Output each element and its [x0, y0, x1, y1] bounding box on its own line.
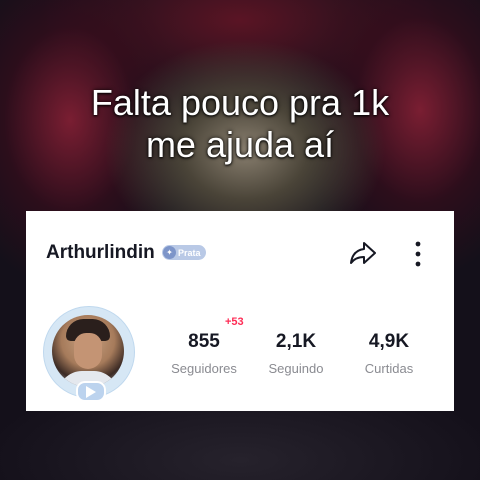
stat-label: Curtidas — [364, 361, 414, 376]
more-vertical-icon[interactable] — [410, 240, 426, 268]
stat-label: Seguidores — [171, 361, 237, 376]
avatar[interactable] — [52, 315, 124, 387]
play-button[interactable] — [76, 381, 106, 402]
caption-line-2: me ajuda aí — [145, 124, 335, 165]
stat-likes[interactable]: 4,9K Curtidas — [344, 331, 434, 376]
share-icon[interactable] — [348, 238, 378, 268]
caption-line-1: Falta pouco pra 1k — [90, 82, 390, 123]
medal-icon: ✦ — [163, 246, 176, 259]
play-icon — [86, 386, 96, 398]
stat-value: 4,9K — [368, 331, 410, 352]
avatar-container[interactable] — [43, 306, 135, 404]
video-caption: Falta pouco pra 1k me ajuda aí — [0, 82, 480, 166]
profile-card: Arthurlindin ✦ Prata +53 855 Seguidores … — [26, 211, 454, 411]
badge-label: Prata — [178, 247, 201, 258]
followers-delta: +53 — [225, 316, 244, 328]
avatar-face — [74, 333, 102, 369]
stat-value: 2,1K — [275, 331, 317, 352]
stat-label: Seguindo — [268, 361, 324, 376]
profile-username[interactable]: Arthurlindin — [46, 242, 155, 264]
stat-following[interactable]: 2,1K Seguindo — [251, 331, 341, 376]
stat-followers[interactable]: 855 Seguidores — [159, 331, 249, 376]
level-badge[interactable]: ✦ Prata — [162, 245, 206, 260]
stat-value: 855 — [188, 331, 220, 352]
